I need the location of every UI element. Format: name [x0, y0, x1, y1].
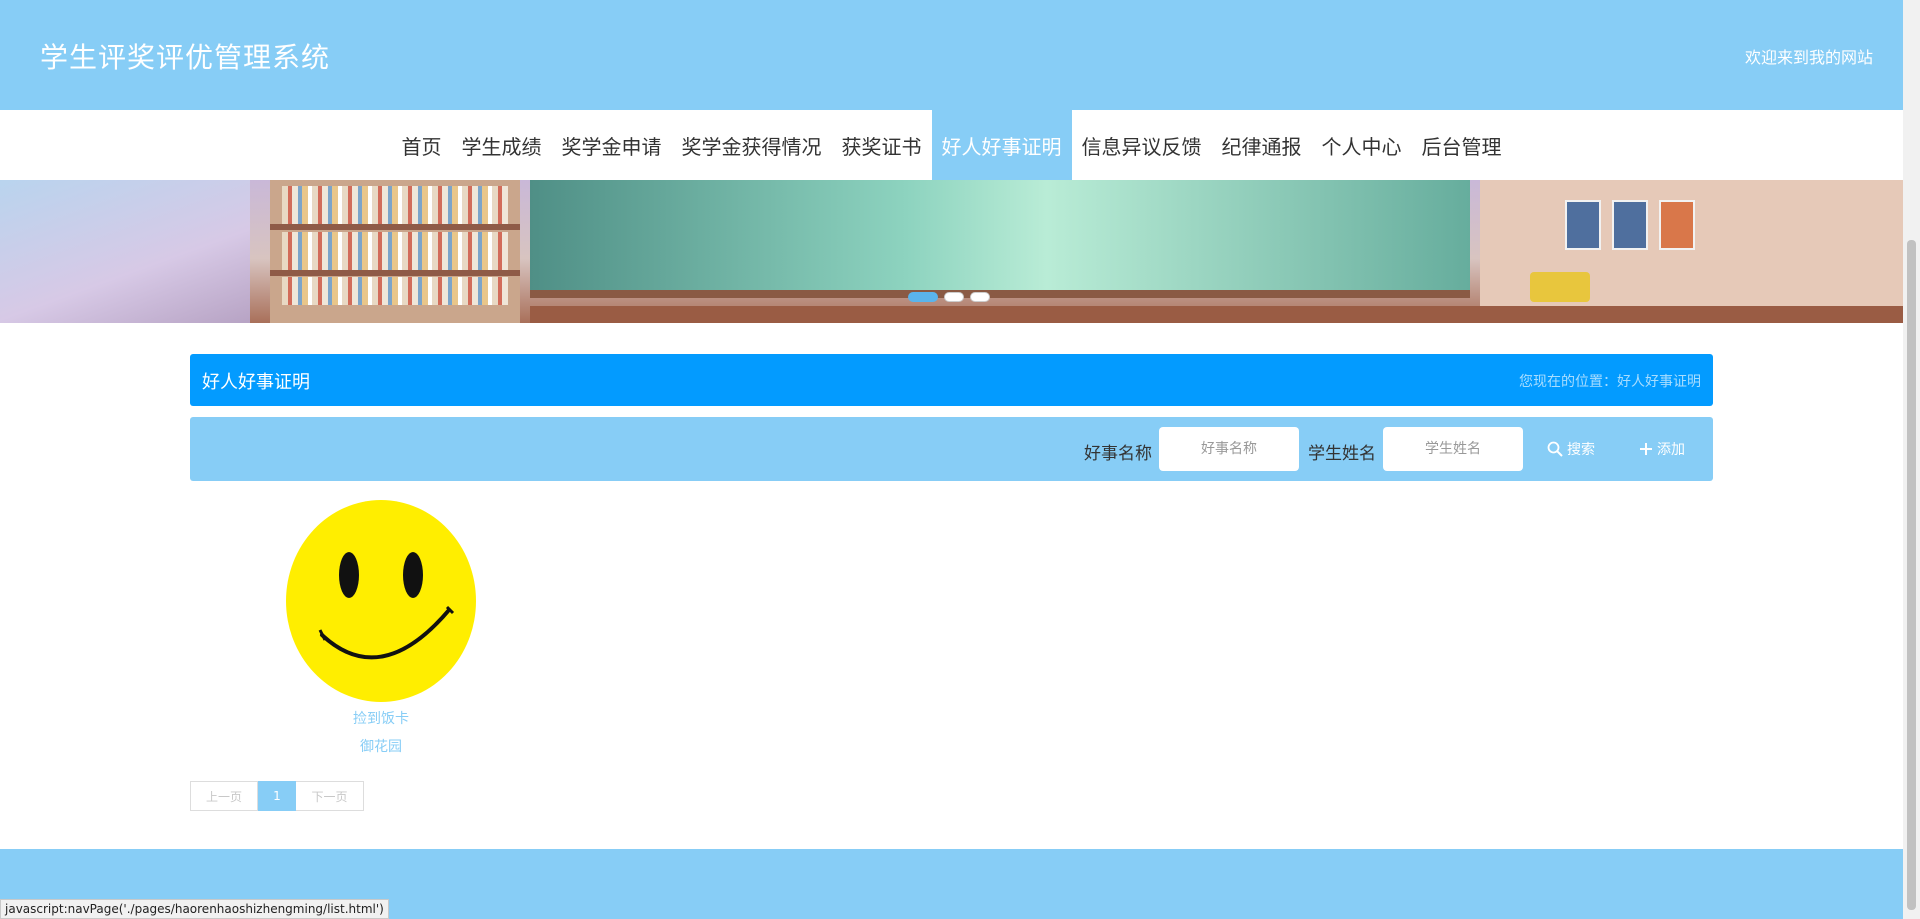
section-title: 好人好事证明: [202, 372, 310, 393]
add-button-label: 添加: [1657, 442, 1685, 458]
main-nav: 首页 学生成绩 奖学金申请 奖学金获得情况 获奖证书 好人好事证明 信息异议反馈…: [0, 110, 1903, 180]
book-row: [282, 277, 508, 305]
carousel-dot[interactable]: [970, 292, 990, 302]
banner-floor: [530, 306, 1903, 323]
banner-yellow-box: [1530, 272, 1590, 302]
nav-item-good-deeds[interactable]: 好人好事证明: [931, 110, 1072, 180]
banner-poster: [1565, 200, 1601, 250]
search-button-label: 搜索: [1567, 442, 1595, 458]
book-row: [282, 232, 508, 270]
banner-poster: [1659, 200, 1695, 250]
prev-page-button[interactable]: 上一页: [190, 781, 258, 811]
site-title: 学生评奖评优管理系统: [40, 41, 331, 74]
nav-item-certificates[interactable]: 获奖证书: [832, 110, 932, 180]
carousel-dot[interactable]: [944, 292, 964, 302]
nav-item-feedback[interactable]: 信息异议反馈: [1072, 110, 1212, 180]
student-name-input[interactable]: [1383, 427, 1523, 471]
search-button[interactable]: 搜索: [1547, 439, 1595, 459]
page-scrollbar[interactable]: [1903, 0, 1920, 919]
deed-name-label: 好事名称: [1084, 444, 1152, 464]
page-number-button[interactable]: 1: [258, 781, 296, 811]
nav-item-grades[interactable]: 学生成绩: [452, 110, 552, 180]
list-item[interactable]: 捡到饭卡 御花园: [286, 500, 476, 756]
pagination: 上一页 1 下一页: [190, 781, 364, 811]
book-row: [282, 186, 508, 224]
browser-status-bar: javascript:navPage('./pages/haorenhaoshi…: [0, 899, 389, 919]
nav-item-profile[interactable]: 个人中心: [1312, 110, 1412, 180]
banner-chalkboard: [530, 180, 1470, 298]
welcome-text: 欢迎来到我的网站: [1744, 48, 1873, 67]
nav-item-discipline[interactable]: 纪律通报: [1212, 110, 1312, 180]
banner-poster: [1612, 200, 1648, 250]
nav-item-home[interactable]: 首页: [392, 110, 452, 180]
banner-carousel: [0, 180, 1903, 323]
list-item-place: 御花园: [360, 739, 402, 755]
banner-window: [0, 180, 250, 323]
add-button[interactable]: 添加: [1639, 439, 1685, 459]
deed-name-input[interactable]: [1159, 427, 1299, 471]
banner-bookshelf: [270, 180, 520, 323]
student-name-label: 学生姓名: [1308, 444, 1376, 464]
nav-item-scholarship-apply[interactable]: 奖学金申请: [552, 110, 672, 180]
nav-item-admin[interactable]: 后台管理: [1412, 110, 1512, 180]
smiley-face-image[interactable]: [286, 500, 476, 702]
scrollbar-thumb[interactable]: [1907, 240, 1916, 910]
carousel-dots: [908, 292, 990, 302]
shelf-board: [270, 270, 520, 276]
nav-item-scholarship-awarded[interactable]: 奖学金获得情况: [672, 110, 832, 180]
header: 学生评奖评优管理系统 欢迎来到我的网站: [0, 0, 1903, 110]
carousel-dot[interactable]: [908, 292, 938, 302]
section-title-bar: 好人好事证明 您现在的位置：好人好事证明: [190, 354, 1713, 406]
search-icon: [1547, 441, 1563, 457]
plus-icon: [1640, 443, 1652, 455]
next-page-button[interactable]: 下一页: [296, 781, 364, 811]
breadcrumb: 您现在的位置：好人好事证明: [1519, 374, 1701, 390]
shelf-board: [270, 224, 520, 230]
search-bar: 好事名称 学生姓名 搜索 添加: [190, 417, 1713, 481]
list-item-title[interactable]: 捡到饭卡: [286, 708, 476, 728]
